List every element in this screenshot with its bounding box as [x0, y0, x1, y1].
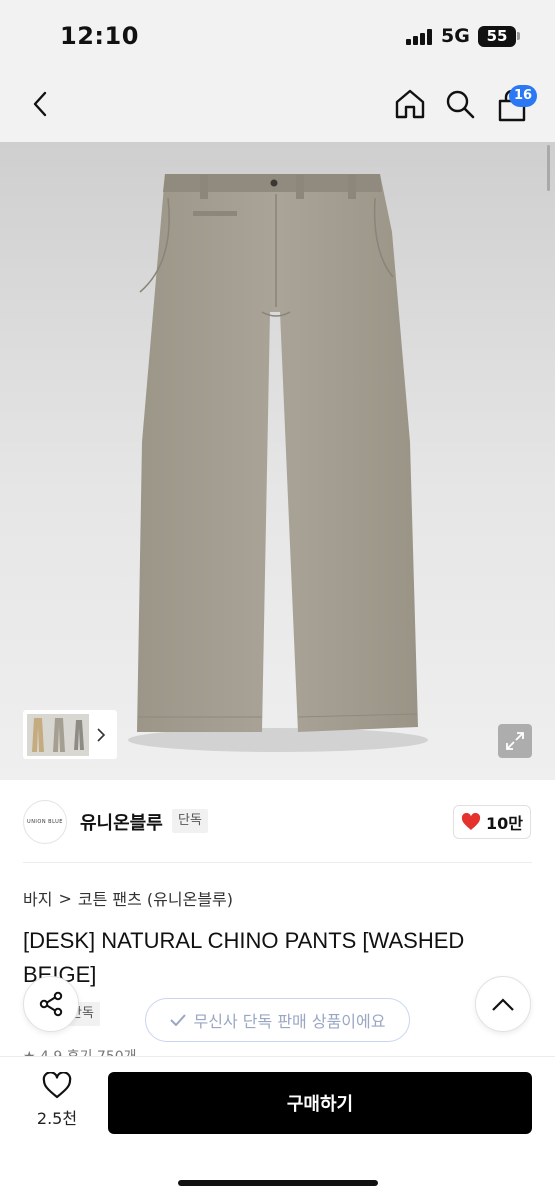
expand-image-button[interactable] — [498, 724, 532, 758]
wishlist-button[interactable]: 2.5천 — [25, 1072, 89, 1134]
chevron-right-icon[interactable] — [97, 727, 105, 742]
search-button[interactable] — [438, 82, 482, 126]
breadcrumb: 바지 > 코튼 팬츠 (유니온블루) — [23, 886, 233, 910]
home-indicator — [178, 1180, 378, 1186]
breadcrumb-subcategory[interactable]: 코튼 팬츠 (유니온블루) — [78, 886, 233, 910]
heart-icon — [461, 813, 481, 830]
scroll-indicator[interactable] — [547, 145, 550, 191]
battery-tip — [517, 32, 520, 40]
toast-message: 무신사 단독 판매 상품이에요 — [193, 1012, 386, 1031]
brand-like-button[interactable]: 10만 — [453, 805, 531, 839]
product-rating[interactable]: ★ 4.9 후기 750개 — [23, 1046, 137, 1056]
product-title: [DESK] NATURAL CHINO PANTS [WASHED BEIGE… — [23, 928, 465, 987]
exclusive-toast: 무신사 단독 판매 상품이에요 — [145, 998, 410, 1042]
battery-icon: 55 — [478, 26, 516, 47]
network-label: 5G — [441, 25, 470, 47]
signal-icon — [406, 29, 434, 45]
status-time: 12:10 — [60, 22, 139, 50]
back-icon — [33, 91, 47, 117]
share-button[interactable] — [23, 976, 79, 1032]
product-image[interactable] — [0, 142, 555, 780]
share-icon — [39, 991, 63, 1017]
image-thumbnail-strip[interactable] — [23, 710, 117, 759]
breadcrumb-category[interactable]: 바지 — [23, 886, 52, 910]
brand-like-count: 10만 — [486, 814, 523, 833]
chevron-up-icon — [492, 997, 514, 1011]
back-button[interactable] — [18, 82, 62, 126]
breadcrumb-separator: > — [58, 888, 72, 908]
brand-logo[interactable]: UNION BLUE — [23, 800, 67, 844]
cart-count-badge: 16 — [509, 85, 537, 107]
nav-bar — [0, 72, 555, 142]
thumbnail-image[interactable] — [27, 713, 89, 756]
pants-image — [128, 174, 428, 752]
scroll-top-button[interactable] — [475, 976, 531, 1032]
brand-row: UNION BLUE 유니온블루 단독 10만 — [0, 780, 555, 862]
brand-exclusive-badge: 단독 — [172, 809, 208, 833]
home-icon — [395, 89, 425, 119]
status-bar: 12:10 5G 55 — [0, 0, 555, 72]
heart-outline-icon — [42, 1072, 72, 1099]
expand-icon — [506, 732, 524, 750]
wishlist-count: 2.5천 — [36, 1109, 78, 1128]
divider — [23, 862, 532, 863]
buy-button[interactable]: 구매하기 — [108, 1072, 532, 1134]
brand-name[interactable]: 유니온블루 — [80, 809, 163, 835]
search-icon — [446, 90, 475, 119]
check-icon — [169, 1014, 186, 1026]
home-button[interactable] — [388, 82, 432, 126]
